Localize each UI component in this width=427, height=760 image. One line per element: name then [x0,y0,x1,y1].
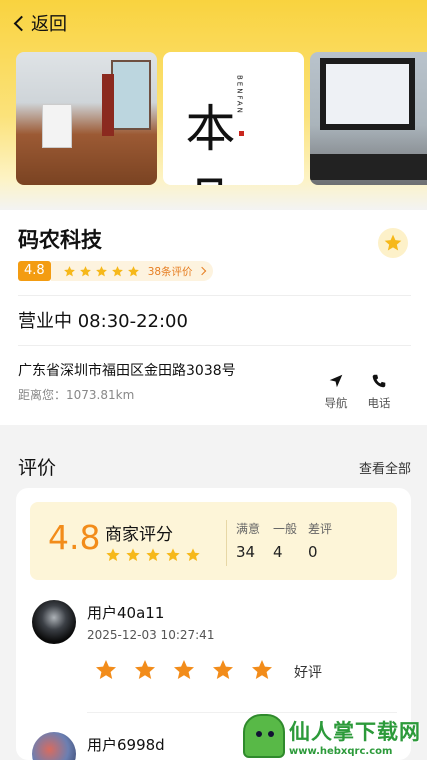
star-icon [127,265,139,276]
watermark-title: 仙人掌下载网 [289,719,421,744]
photo-gallery[interactable]: 本凡 BENFAN [16,52,427,185]
watermark: 仙人掌下载网 www.hebxqrc.com [243,712,427,760]
divider [18,345,411,346]
monitor [320,58,415,130]
shop-stars [63,265,140,278]
cactus-eye [256,731,262,737]
phone-button[interactable]: 电话 [357,372,401,411]
see-all-link[interactable]: 查看全部 [359,458,411,477]
stat-value: 34 [236,543,256,561]
stat-label: 一般 [273,522,298,536]
merchant-rating-label: 商家评分 [105,525,173,545]
phone-icon [372,374,386,388]
office-window [111,60,151,130]
stat-average: 一般 4 [273,520,297,561]
phone-label: 电话 [367,396,391,410]
stat-satisfied: 满意 34 [236,520,260,561]
shop-name: 码农科技 [18,228,102,252]
star-icon [166,548,180,561]
favorite-button[interactable] [378,228,408,258]
stat-negative: 差评 0 [308,520,332,561]
star-icon [213,660,233,679]
business-hours: 营业中 08:30-22:00 [18,311,188,332]
navigation-icon [329,374,343,388]
star-icon [252,660,272,679]
star-icon [135,660,155,679]
back-button[interactable]: 返回 [10,8,67,38]
shop-address: 广东省深圳市福田区金田路3038号 [18,363,236,379]
brand-logo: 本凡 BENFAN [186,75,282,185]
merchant-score: 4.8 [48,518,101,557]
divider [226,520,227,566]
stat-label: 满意 [236,522,261,536]
review-user: 用户6998d [87,736,165,754]
rating-summary-row[interactable]: 4.8 38条评价 [18,260,213,282]
stat-value: 4 [273,543,283,561]
logo-dot [238,130,244,136]
merchant-stars [105,547,201,563]
star-icon [384,234,402,251]
star-icon [96,660,116,679]
office-desk [42,104,72,148]
logo-glyph: 本凡 [185,99,244,186]
cactus-logo [243,714,285,758]
star-icon [79,265,91,276]
distance-text: 距离您：1073.81km [18,388,135,402]
score-badge: 4.8 [18,261,51,281]
review-label: 好评 [294,665,322,681]
navigate-button[interactable]: 导航 [314,372,358,411]
cactus-eye [268,731,274,737]
reviews-title: 评价 [18,457,57,479]
divider [18,295,411,296]
back-label: 返回 [31,14,67,35]
review-item[interactable]: 用户40a11 2025-12-03 10:27:41 好评 [30,600,397,720]
navigate-label: 导航 [324,396,348,410]
desk-photo[interactable] [310,52,427,185]
office-door [102,74,114,136]
chevron-right-icon [197,266,206,276]
star-icon [186,548,200,561]
star-icon [126,548,140,561]
stat-label: 差评 [308,522,333,536]
star-icon [111,265,123,276]
star-icon [146,548,160,561]
review-user: 用户40a11 [87,604,165,622]
star-icon [106,548,120,561]
avatar [32,600,76,644]
avatar [32,732,76,760]
review-time: 2025-12-03 10:27:41 [87,628,215,642]
brand-logo-photo[interactable]: 本凡 BENFAN [163,52,304,185]
shop-info-card: 码农科技 营业中 08:30-22:00 广东省深圳市福田区金田路3038号 距… [0,210,427,425]
star-icon [174,660,194,679]
star-icon [95,265,107,276]
rating-summary: 4.8 商家评分 满意 34 一般 4 差评 0 [30,502,397,580]
review-stars [94,658,274,682]
watermark-text: 仙人掌下载网 www.hebxqrc.com [289,716,421,757]
stat-value: 0 [308,543,318,561]
logo-sub: BENFAN [235,74,244,115]
watermark-url: www.hebxqrc.com [289,745,393,757]
star-icon [63,265,75,276]
office-photo[interactable] [16,52,157,185]
rating-strip: 38条评价 [50,261,213,281]
chevron-left-icon [13,15,30,31]
keyboard [310,154,427,180]
review-count: 38条评价 [147,265,193,278]
